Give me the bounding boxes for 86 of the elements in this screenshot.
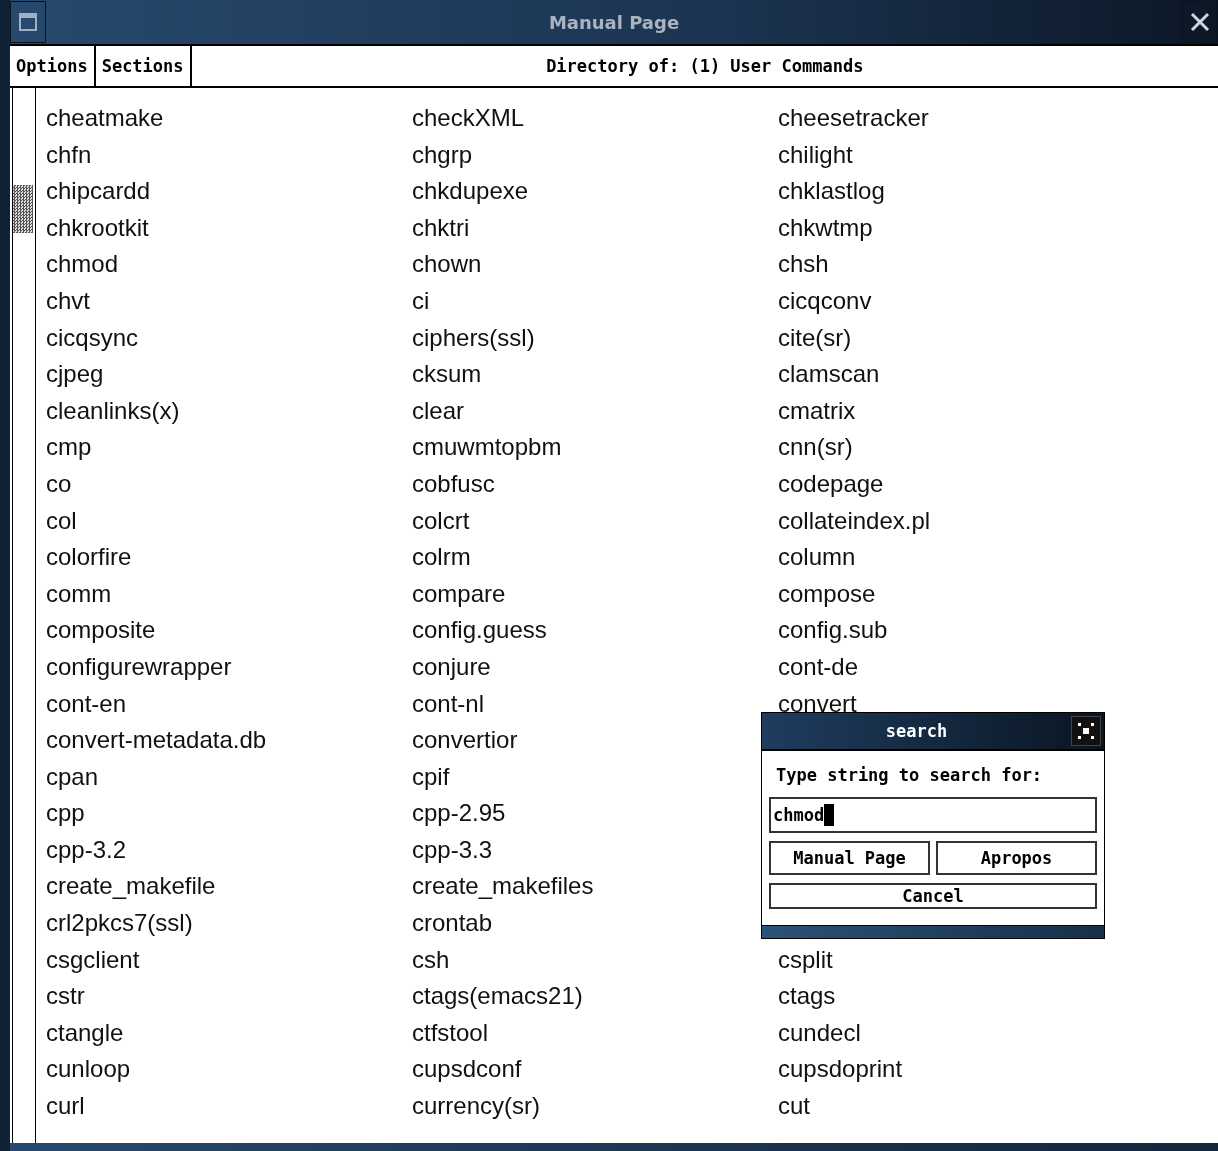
close-icon bbox=[1189, 11, 1211, 33]
command-entry[interactable]: cmatrix bbox=[778, 392, 1218, 430]
command-entry[interactable]: chktri bbox=[412, 209, 778, 247]
command-entry[interactable]: chvt bbox=[46, 282, 412, 320]
command-entry[interactable]: cobfusc bbox=[412, 465, 778, 503]
command-entry[interactable]: cpp bbox=[46, 795, 412, 832]
command-entry[interactable]: compose bbox=[778, 575, 1218, 613]
command-entry[interactable]: chfn bbox=[46, 136, 412, 174]
scrollbar[interactable] bbox=[12, 88, 36, 1143]
search-prompt: Type string to search for: bbox=[775, 764, 1044, 787]
command-entry[interactable]: chown bbox=[412, 246, 778, 283]
command-entry[interactable]: cheatmake bbox=[46, 100, 412, 137]
command-entry[interactable]: ctangle bbox=[46, 1014, 412, 1052]
command-entry[interactable]: chgrp bbox=[412, 136, 778, 174]
command-entry[interactable]: config.guess bbox=[412, 612, 778, 649]
command-entry[interactable]: cont-nl bbox=[412, 685, 778, 723]
scrollbar-thumb[interactable] bbox=[13, 185, 33, 233]
command-entry[interactable]: co bbox=[46, 465, 412, 503]
command-entry[interactable]: chmod bbox=[46, 246, 412, 283]
command-entry[interactable]: cont-de bbox=[778, 648, 1218, 686]
command-entry[interactable]: ctags(emacs21) bbox=[412, 978, 778, 1015]
window-title: Manual Page bbox=[547, 11, 681, 33]
command-entry[interactable]: cite(sr) bbox=[778, 319, 1218, 357]
command-entry[interactable]: cheesetracker bbox=[778, 100, 1218, 137]
command-entry[interactable]: ci bbox=[412, 282, 778, 320]
command-entry[interactable]: collateindex.pl bbox=[778, 502, 1218, 540]
command-entry[interactable]: create_makefile bbox=[46, 868, 412, 906]
command-entry[interactable]: cont-en bbox=[46, 685, 412, 723]
command-entry[interactable]: cicqconv bbox=[778, 282, 1218, 320]
command-entry[interactable]: chkdupexe bbox=[412, 173, 778, 210]
command-entry[interactable]: currency(sr) bbox=[412, 1088, 778, 1125]
command-entry[interactable]: chklastlog bbox=[778, 173, 1218, 210]
window-menu-button[interactable] bbox=[10, 1, 46, 43]
command-entry[interactable]: cmuwmtopbm bbox=[412, 429, 778, 466]
command-entry[interactable]: colrm bbox=[412, 539, 778, 576]
command-entry[interactable]: csgclient bbox=[46, 941, 412, 979]
command-entry[interactable]: chkrootkit bbox=[46, 209, 412, 247]
command-entry[interactable]: ctags bbox=[778, 978, 1218, 1015]
command-entry[interactable]: chipcardd bbox=[46, 173, 412, 210]
command-entry[interactable]: cpp-3.2 bbox=[46, 831, 412, 869]
cancel-button[interactable]: Cancel bbox=[769, 883, 1097, 909]
command-entry[interactable]: codepage bbox=[778, 465, 1218, 503]
command-entry[interactable]: checkXML bbox=[412, 100, 778, 137]
dialog-title: search bbox=[884, 721, 949, 741]
command-entry[interactable]: colcrt bbox=[412, 502, 778, 540]
command-entry[interactable]: convert-metadata.db bbox=[46, 722, 412, 759]
close-button[interactable] bbox=[1182, 1, 1218, 43]
dialog-button[interactable]: Manual Page bbox=[769, 841, 930, 875]
command-entry[interactable]: conjure bbox=[412, 648, 778, 686]
command-entry[interactable]: cjpeg bbox=[46, 356, 412, 393]
command-entry[interactable]: clamscan bbox=[778, 356, 1218, 393]
command-entry[interactable]: cpan bbox=[46, 758, 412, 796]
command-entry[interactable]: ciphers(ssl) bbox=[412, 319, 778, 357]
command-entry[interactable]: ctfstool bbox=[412, 1014, 778, 1052]
command-entry[interactable]: cstr bbox=[46, 978, 412, 1015]
command-entry[interactable]: chsh bbox=[778, 246, 1218, 283]
command-entry[interactable]: cupsdoprint bbox=[778, 1051, 1218, 1089]
window-icon bbox=[19, 13, 37, 31]
command-entry[interactable]: chilight bbox=[778, 136, 1218, 174]
command-entry[interactable]: comm bbox=[46, 575, 412, 613]
command-entry[interactable]: config.sub bbox=[778, 612, 1218, 649]
command-entry[interactable]: cut bbox=[778, 1088, 1218, 1125]
command-entry[interactable]: curl bbox=[46, 1088, 412, 1125]
command-entry[interactable]: cupsdconf bbox=[412, 1051, 778, 1089]
command-entry[interactable]: cundecl bbox=[778, 1014, 1218, 1052]
command-entry[interactable]: csplit bbox=[778, 941, 1218, 979]
command-entry[interactable]: cksum bbox=[412, 356, 778, 393]
command-entry[interactable]: cunloop bbox=[46, 1051, 412, 1089]
command-entry[interactable]: col bbox=[46, 502, 412, 540]
search-field[interactable]: chmod bbox=[769, 797, 1097, 833]
dialog-button[interactable]: Apropos bbox=[936, 841, 1097, 875]
command-entry[interactable]: cicqsync bbox=[46, 319, 412, 357]
command-entry[interactable]: cmp bbox=[46, 429, 412, 466]
command-entry[interactable]: csh bbox=[412, 941, 778, 979]
command-entry[interactable]: cleanlinks(x) bbox=[46, 392, 412, 430]
command-entry[interactable]: column bbox=[778, 539, 1218, 576]
command-entry[interactable]: clear bbox=[412, 392, 778, 430]
command-entry[interactable]: chkwtmp bbox=[778, 209, 1218, 247]
command-entry[interactable]: cnn(sr) bbox=[778, 429, 1218, 466]
command-entry[interactable]: crl2pkcs7(ssl) bbox=[46, 905, 412, 942]
command-entry[interactable]: configurewrapper bbox=[46, 648, 412, 686]
directory-heading: Directory of: (1) User Commands bbox=[545, 56, 865, 76]
command-entry[interactable]: composite bbox=[46, 612, 412, 649]
close-icon[interactable] bbox=[1071, 716, 1101, 746]
command-entry[interactable]: colorfire bbox=[46, 539, 412, 576]
command-entry[interactable]: compare bbox=[412, 575, 778, 613]
